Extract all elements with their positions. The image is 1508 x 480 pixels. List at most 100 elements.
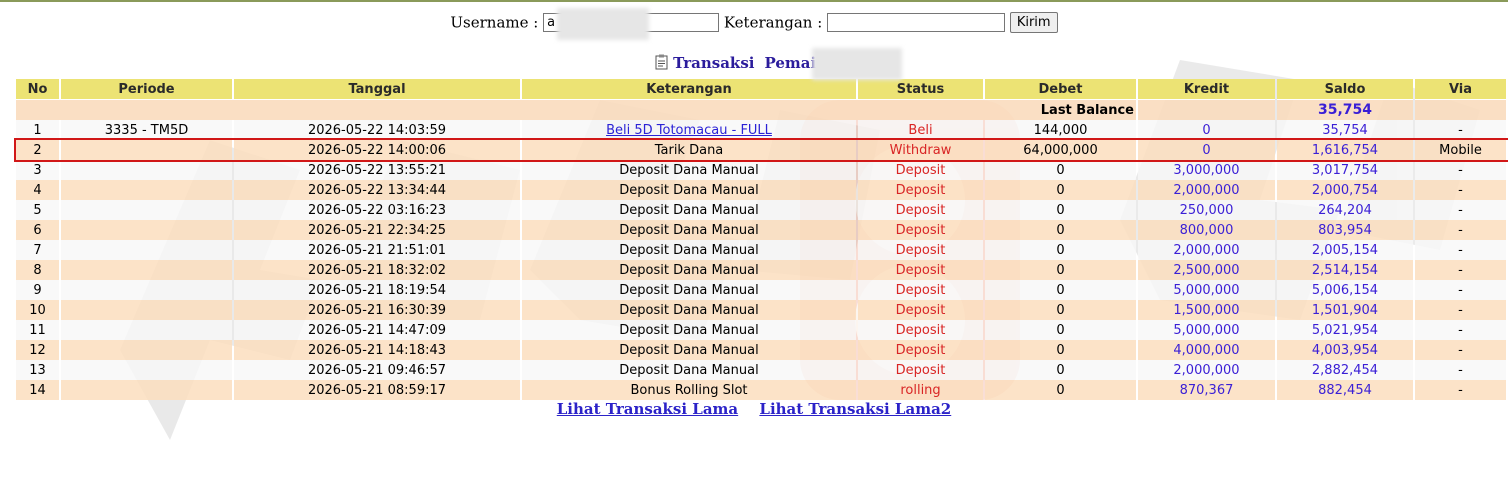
cell-via: - bbox=[1415, 320, 1506, 340]
cell-keterangan: Deposit Dana Manual bbox=[522, 220, 856, 240]
cell-periode bbox=[61, 320, 232, 340]
cell-status: Deposit bbox=[858, 220, 983, 240]
transaction-table: No Periode Tanggal Keterangan Status Debet Kre… bbox=[14, 79, 1508, 400]
cell-via: - bbox=[1415, 160, 1506, 180]
last-balance-value: 35,754 bbox=[1277, 100, 1413, 120]
transaksi-title: Transaksi bbox=[673, 54, 755, 72]
cell-keterangan: Deposit Dana Manual bbox=[522, 160, 856, 180]
cell-tanggal: 2026-05-21 14:47:09 bbox=[234, 320, 520, 340]
table-row: 10 2026-05-21 16:30:39 Deposit Dana Manual… bbox=[16, 300, 1506, 320]
cell-saldo: 35,754 bbox=[1277, 120, 1413, 140]
cell-no: 10 bbox=[16, 300, 59, 320]
column-header-kredit: Kredit bbox=[1138, 79, 1275, 100]
cell-kredit: 2,000,000 bbox=[1138, 360, 1275, 380]
cell-no: 7 bbox=[16, 240, 59, 260]
cell-status: rolling bbox=[858, 380, 983, 400]
bottom-links: Lihat Transaksi Lama Lihat Transaksi Lam… bbox=[0, 400, 1508, 418]
cell-tanggal: 2026-05-21 18:32:02 bbox=[234, 260, 520, 280]
cell-periode bbox=[61, 280, 232, 300]
cell-periode bbox=[61, 140, 232, 160]
cell-no: 5 bbox=[16, 200, 59, 220]
cell-tanggal: 2026-05-22 13:34:44 bbox=[234, 180, 520, 200]
cell-via: - bbox=[1415, 340, 1506, 360]
cell-status: Deposit bbox=[858, 200, 983, 220]
table-row: 9 2026-05-21 18:19:54 Deposit Dana Manual D… bbox=[16, 280, 1506, 300]
table-row: 6 2026-05-21 22:34:25 Deposit Dana Manual D… bbox=[16, 220, 1506, 240]
cell-tanggal: 2026-05-22 13:55:21 bbox=[234, 160, 520, 180]
cell-debet: 144,000 bbox=[985, 120, 1136, 140]
cell-periode bbox=[61, 340, 232, 360]
cell-saldo: 264,204 bbox=[1277, 200, 1413, 220]
column-header-no: No bbox=[16, 79, 59, 100]
cell-debet: 0 bbox=[985, 280, 1136, 300]
cell-kredit: 0 bbox=[1138, 120, 1275, 140]
cell-saldo: 2,000,754 bbox=[1277, 180, 1413, 200]
cell-keterangan: Deposit Dana Manual bbox=[522, 300, 856, 320]
column-header-debet: Debet bbox=[985, 79, 1136, 100]
page-title: Transaksi Pemain : a bbox=[0, 54, 1508, 74]
table-row: 3 2026-05-22 13:55:21 Deposit Dana Manual D… bbox=[16, 160, 1506, 180]
bet-detail-link[interactable]: Beli 5D Totomacau - FULL bbox=[606, 123, 772, 138]
document-icon bbox=[655, 54, 669, 74]
cell-debet: 0 bbox=[985, 380, 1136, 400]
cell-keterangan: Deposit Dana Manual bbox=[522, 360, 856, 380]
cell-saldo: 803,954 bbox=[1277, 220, 1413, 240]
search-form: Username : Keterangan : Kirim bbox=[0, 12, 1508, 33]
cell-saldo: 5,006,154 bbox=[1277, 280, 1413, 300]
table-row: 13 2026-05-21 09:46:57 Deposit Dana Manual… bbox=[16, 360, 1506, 380]
cell-saldo: 5,021,954 bbox=[1277, 320, 1413, 340]
cell-periode: 3335 - TM5D bbox=[61, 120, 232, 140]
cell-saldo: 2,005,154 bbox=[1277, 240, 1413, 260]
cell-status: Deposit bbox=[858, 320, 983, 340]
cell-via: - bbox=[1415, 360, 1506, 380]
last-balance-row: Last Balance 35,754 bbox=[16, 100, 1506, 120]
keterangan-input[interactable] bbox=[827, 13, 1006, 32]
cell-via: - bbox=[1415, 240, 1506, 260]
kirim-button[interactable]: Kirim bbox=[1009, 12, 1058, 33]
cell-debet: 0 bbox=[985, 320, 1136, 340]
cell-via: - bbox=[1415, 300, 1506, 320]
cell-keterangan: Tarik Dana bbox=[522, 140, 856, 160]
cell-periode bbox=[61, 160, 232, 180]
column-header-saldo: Saldo bbox=[1277, 79, 1413, 100]
cell-via: - bbox=[1415, 280, 1506, 300]
table-row: 14 2026-05-21 08:59:17 Bonus Rolling Slot r… bbox=[16, 380, 1506, 400]
table-row: 2 2026-05-22 14:00:06 Tarik Dana Withdraw 64… bbox=[16, 140, 1506, 160]
column-header-status: Status bbox=[858, 79, 983, 100]
cell-debet: 0 bbox=[985, 220, 1136, 240]
cell-tanggal: 2026-05-22 14:03:59 bbox=[234, 120, 520, 140]
cell-debet: 0 bbox=[985, 200, 1136, 220]
cell-no: 13 bbox=[16, 360, 59, 380]
username-label: Username : bbox=[450, 13, 539, 32]
lihat-transaksi-lama-link[interactable]: Lihat Transaksi Lama bbox=[557, 400, 738, 418]
cell-tanggal: 2026-05-21 18:19:54 bbox=[234, 280, 520, 300]
cell-status: Deposit bbox=[858, 240, 983, 260]
cell-saldo: 882,454 bbox=[1277, 380, 1413, 400]
column-header-keterangan: Keterangan bbox=[522, 79, 856, 100]
cell-status: Deposit bbox=[858, 260, 983, 280]
cell-no: 11 bbox=[16, 320, 59, 340]
column-header-tanggal: Tanggal bbox=[234, 79, 520, 100]
cell-via: - bbox=[1415, 380, 1506, 400]
cell-status: Deposit bbox=[858, 300, 983, 320]
redacted-username-blur bbox=[557, 8, 649, 40]
cell-kredit: 2,500,000 bbox=[1138, 260, 1275, 280]
cell-keterangan: Deposit Dana Manual bbox=[522, 340, 856, 360]
column-header-periode: Periode bbox=[61, 79, 232, 100]
cell-debet: 0 bbox=[985, 260, 1136, 280]
cell-no: 3 bbox=[16, 160, 59, 180]
cell-kredit: 2,000,000 bbox=[1138, 180, 1275, 200]
cell-tanggal: 2026-05-21 22:34:25 bbox=[234, 220, 520, 240]
table-row: 8 2026-05-21 18:32:02 Deposit Dana Manual D… bbox=[16, 260, 1506, 280]
cell-status: Deposit bbox=[858, 340, 983, 360]
cell-status: Deposit bbox=[858, 280, 983, 300]
cell-no: 4 bbox=[16, 180, 59, 200]
cell-periode bbox=[61, 200, 232, 220]
cell-no: 12 bbox=[16, 340, 59, 360]
cell-debet: 0 bbox=[985, 300, 1136, 320]
lihat-transaksi-lama2-link[interactable]: Lihat Transaksi Lama2 bbox=[759, 400, 951, 418]
cell-kredit: 1,500,000 bbox=[1138, 300, 1275, 320]
cell-keterangan: Deposit Dana Manual bbox=[522, 280, 856, 300]
cell-no: 8 bbox=[16, 260, 59, 280]
cell-kredit: 5,000,000 bbox=[1138, 320, 1275, 340]
